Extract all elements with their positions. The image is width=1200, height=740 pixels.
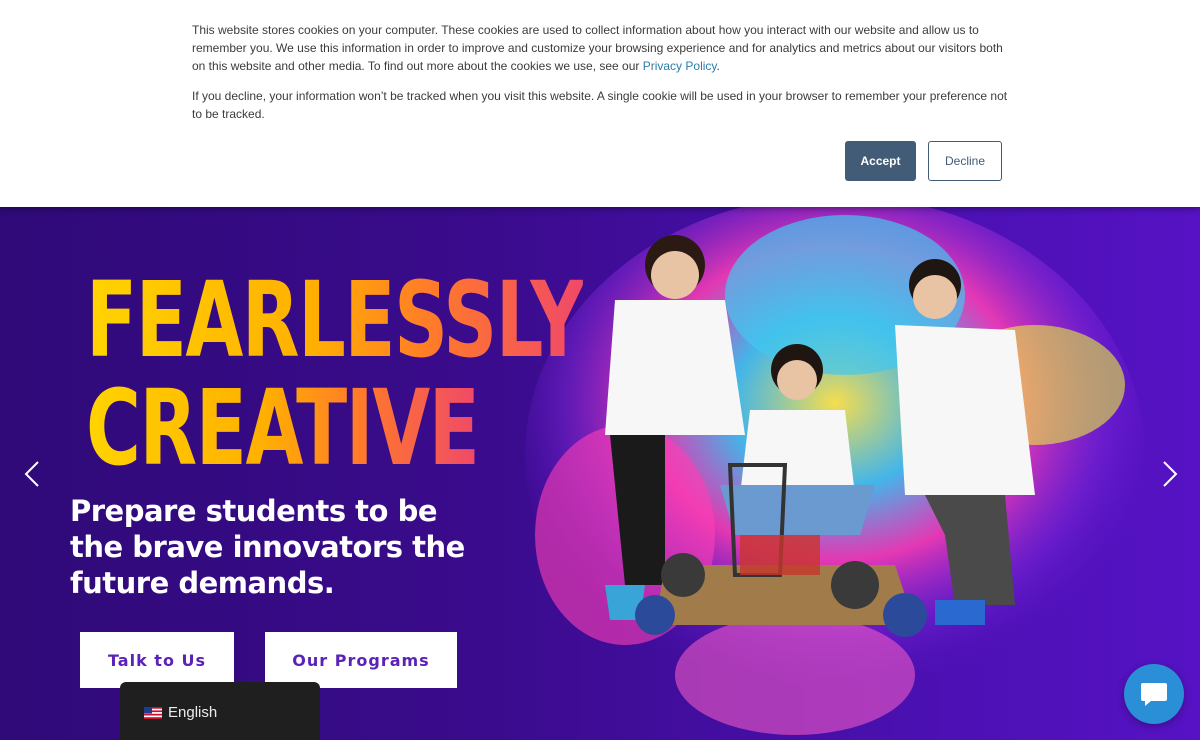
cookie-text-period: .: [716, 59, 720, 73]
accept-button[interactable]: Accept: [845, 141, 916, 181]
chat-button[interactable]: [1124, 664, 1184, 724]
our-programs-button[interactable]: Our Programs: [265, 632, 457, 688]
language-label: English: [168, 704, 218, 721]
talk-to-us-button[interactable]: Talk to Us: [80, 632, 234, 688]
cookie-text-secondary: If you decline, your information won’t b…: [192, 89, 1008, 121]
hero-subheadline: Prepare students to be the brave innovat…: [70, 494, 465, 600]
headline-line-1: FEARLESSLY: [86, 259, 585, 381]
chevron-left-icon[interactable]: [22, 460, 46, 488]
us-flag-icon: [144, 707, 162, 719]
cookie-banner: This website stores cookies on your comp…: [0, 0, 1200, 207]
cookie-text-primary: This website stores cookies on your comp…: [192, 21, 1012, 75]
decline-button[interactable]: Decline: [928, 141, 1002, 181]
chat-bubble-icon: [1141, 683, 1167, 706]
headline-line-2: CREATIVE: [86, 367, 480, 489]
privacy-policy-link[interactable]: Privacy Policy: [643, 59, 717, 73]
chevron-right-icon[interactable]: [1158, 460, 1182, 488]
language-switcher[interactable]: English: [120, 682, 320, 740]
cookie-text-intro: This website stores cookies on your comp…: [192, 23, 1003, 73]
hero-photo: [525, 205, 1145, 735]
